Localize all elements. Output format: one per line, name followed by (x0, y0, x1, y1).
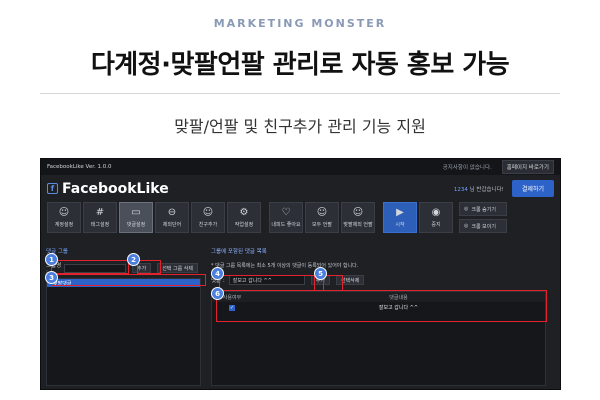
tool-unfollow-all[interactable]: ☺ 모두 언팔 (305, 202, 339, 233)
stop-icon: ◉ (431, 207, 441, 218)
minus-circle-icon: ⊖ (167, 207, 177, 218)
header: f FacebookLike 1234 님 반갑습니다! 결제하기 (41, 175, 560, 202)
tool-comment-settings[interactable]: ▭ 댓글설정 (119, 202, 153, 233)
highlight-box (219, 275, 315, 291)
title-bar: FacebookLike Ver. 1.0.0 공지사항이 없습니다. 홈페이지… (41, 159, 560, 175)
start-button[interactable]: ▶ 시작 (383, 202, 417, 233)
highlight-box (51, 274, 206, 286)
tool-account-settings[interactable]: ☺ 계정설정 (47, 202, 81, 233)
divider (40, 93, 560, 94)
pay-button[interactable]: 결제하기 (511, 180, 554, 197)
hide-chrome-button[interactable]: ◎ 크롬 숨기기 (459, 202, 507, 216)
headline: 다계정·맞팔언팔 관리로 자동 홍보 가능 (90, 50, 510, 80)
user-id: 1234 (453, 186, 468, 193)
tool-task-settings[interactable]: ⚙ 작업설정 (227, 202, 261, 233)
callout-badge: 3 (45, 271, 58, 284)
panel-title: 그룹에 포함된 댓글 목록 (211, 249, 267, 255)
tool-tag-settings[interactable]: # 태그설정 (83, 202, 117, 233)
remove-user-icon: ☺ (316, 207, 328, 218)
callout-badge: 1 (45, 253, 58, 266)
callout-badge: 2 (127, 253, 140, 266)
heart-icon: ♡ (281, 207, 291, 218)
callout-badge: 6 (211, 287, 224, 300)
notice-text: 공지사항이 없습니다. (442, 165, 492, 171)
app-logo: FacebookLike (62, 180, 169, 197)
show-chrome-button[interactable]: ◎ 크롬 보이기 (459, 219, 507, 233)
highlight-box (323, 275, 343, 291)
hashtag-icon: # (95, 207, 105, 218)
remove-user-icon: ☺ (352, 207, 364, 218)
window-title: FacebookLike Ver. 1.0.0 (47, 164, 112, 170)
home-button[interactable]: 홈페이지 바로가기 (501, 160, 554, 174)
requirement-note: * 댓글 그룹 목록에는 최소 5개 이상의 댓글이 등록되어 있어야 합니다. (211, 263, 359, 269)
panel-title: 댓글 그룹 (46, 249, 68, 255)
add-friend-icon: ☺ (202, 207, 214, 218)
highlight-box (137, 260, 161, 274)
callout-badge: 4 (211, 267, 224, 280)
welcome-text: 1234 님 반갑습니다! (454, 185, 504, 193)
tool-add-friend[interactable]: ☺ 친구추가 (191, 202, 225, 233)
comment-icon: ▭ (131, 207, 141, 218)
facebook-icon: f (47, 183, 58, 194)
brand-label: MARKETING MONSTER (213, 17, 387, 30)
app-window: FacebookLike Ver. 1.0.0 공지사항이 없습니다. 홈페이지… (40, 158, 561, 390)
highlight-box (51, 260, 129, 274)
delete-group-button[interactable]: 선택 그룹 삭제 (157, 263, 198, 273)
person-icon: ☺ (58, 207, 70, 218)
tool-feed-like[interactable]: ♡ 내피드 좋아요 (269, 202, 303, 233)
highlight-box (216, 290, 547, 322)
group-list[interactable]: 맞팔댓글 (46, 278, 201, 386)
callout-badge: 5 (314, 267, 327, 280)
stop-button[interactable]: ◉ 중지 (419, 202, 453, 233)
tool-excluded-words[interactable]: ⊖ 제외단어 (155, 202, 189, 233)
tool-unfollow-non-mutual[interactable]: ☺ 맞팔제외 언팔 (341, 202, 375, 233)
play-icon: ▶ (396, 207, 404, 218)
toolbar: ☺ 계정설정 # 태그설정 ▭ 댓글설정 ⊖ 제외단어 ☺ 친구추가 ⚙ 작업설… (41, 202, 560, 242)
subline: 맞팔/언팔 및 친구추가 관리 기능 지원 (174, 117, 426, 136)
welcome-message: 님 반갑습니다! (469, 186, 504, 193)
chrome-icon: ◎ (464, 206, 469, 212)
chrome-controls: ◎ 크롬 숨기기 ◎ 크롬 보이기 (459, 202, 507, 233)
chrome-icon: ◎ (464, 223, 469, 229)
gear-icon: ⚙ (239, 207, 249, 218)
